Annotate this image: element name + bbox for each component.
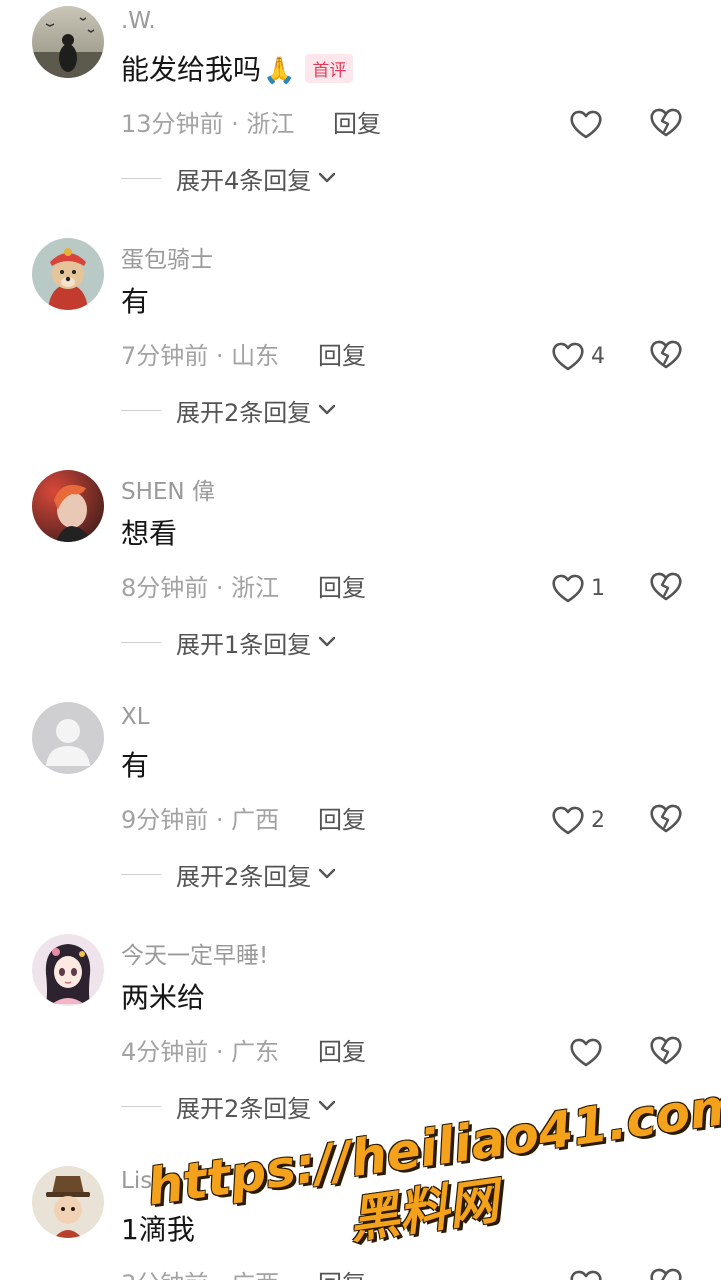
username[interactable]: XL <box>121 704 150 730</box>
comment-item: 蛋包骑士 有 7分钟前 · 山东 回复 4 展开2条回复 <box>0 232 721 464</box>
username[interactable]: SHEN 偉 <box>121 472 215 506</box>
chevron-down-icon <box>319 868 336 879</box>
default-user-icon <box>32 702 104 774</box>
broken-heart-icon <box>650 340 682 369</box>
avatar[interactable] <box>32 470 104 542</box>
avatar[interactable] <box>32 6 104 78</box>
comment-text: 想看 <box>121 517 178 550</box>
heart-icon <box>552 806 584 835</box>
username[interactable]: Lis <box>121 1168 152 1194</box>
broken-heart-icon <box>650 1268 682 1280</box>
broken-heart-icon <box>650 108 682 137</box>
like-count: 2 <box>591 807 605 833</box>
avatar-image <box>32 6 104 78</box>
comment-meta: 3分钟前 · 广西 <box>121 1264 279 1280</box>
like-count: 4 <box>591 343 605 369</box>
broken-heart-icon <box>650 804 682 833</box>
comment-text: 有 <box>121 285 150 318</box>
avatar[interactable] <box>32 934 104 1006</box>
chevron-down-icon <box>319 404 336 415</box>
like-button[interactable] <box>569 106 609 142</box>
comment-text-content: 能发给我吗 <box>121 53 262 86</box>
like-button[interactable]: 4 <box>551 338 605 374</box>
dislike-button[interactable] <box>649 802 685 836</box>
chevron-down-icon <box>319 1100 336 1111</box>
comment-text: 1滴我 <box>121 1213 195 1246</box>
expand-replies-label: 展开1条回复 <box>176 630 312 659</box>
avatar-image <box>32 934 104 1006</box>
expand-replies-label: 展开2条回复 <box>176 398 312 427</box>
dislike-button[interactable] <box>649 1266 685 1280</box>
expand-replies-button[interactable]: 展开2条回复 <box>121 1090 337 1123</box>
comment-meta: 4分钟前 · 广东 <box>121 1038 280 1066</box>
like-button[interactable]: 1 <box>551 570 605 606</box>
expand-replies-button[interactable]: 展开4条回复 <box>121 162 337 195</box>
broken-heart-icon <box>650 1036 682 1065</box>
like-button[interactable] <box>569 1266 609 1280</box>
dislike-button[interactable] <box>649 106 685 140</box>
username[interactable]: 蛋包骑士 <box>121 240 213 274</box>
heart-icon <box>570 1038 602 1067</box>
comment-meta: 9分钟前 · 广西 <box>121 806 280 834</box>
divider-line <box>121 873 161 875</box>
first-comment-badge: 首评 <box>305 53 354 83</box>
expand-replies-button[interactable]: 展开2条回复 <box>121 394 337 427</box>
chevron-down-icon <box>319 636 336 647</box>
broken-heart-icon <box>650 572 682 601</box>
avatar[interactable] <box>32 702 104 774</box>
reply-button[interactable]: 回复 <box>318 1264 366 1280</box>
heart-icon <box>570 110 602 139</box>
expand-replies-button[interactable]: 展开2条回复 <box>121 858 337 891</box>
reply-button[interactable]: 回复 <box>318 336 366 371</box>
comment-meta: 8分钟前 · 浙江 <box>121 574 280 602</box>
like-count: 1 <box>591 575 605 601</box>
comment-item: SHEN 偉 想看 8分钟前 · 浙江 回复 1 展开1条回复 <box>0 464 721 696</box>
divider-line <box>121 641 161 643</box>
reply-button[interactable]: 回复 <box>318 568 366 603</box>
expand-replies-label: 展开2条回复 <box>176 862 312 891</box>
username[interactable]: .W. <box>121 8 156 34</box>
dislike-button[interactable] <box>649 338 685 372</box>
comment-meta: 13分钟前 · 浙江 <box>121 110 295 138</box>
comment-meta: 7分钟前 · 山东 <box>121 342 280 370</box>
avatar[interactable] <box>32 238 104 310</box>
comment-text: 两米给 <box>121 981 206 1014</box>
like-button[interactable]: 2 <box>551 802 605 838</box>
avatar-image <box>32 470 104 542</box>
avatar-image <box>32 238 104 310</box>
expand-replies-label: 展开2条回复 <box>176 1094 312 1123</box>
divider-line <box>121 177 161 179</box>
expand-replies-label: 展开4条回复 <box>176 166 312 195</box>
expand-replies-button[interactable]: 展开1条回复 <box>121 626 337 659</box>
heart-icon <box>552 574 584 603</box>
chevron-down-icon <box>319 172 336 183</box>
comment-text: 有 <box>121 749 150 782</box>
avatar-image <box>32 1166 104 1238</box>
divider-line <box>121 409 161 411</box>
comment-text: 能发给我吗🙏 首评 <box>121 48 354 88</box>
pray-emoji-icon: 🙏 <box>263 56 296 86</box>
comment-item: Lis 1滴我 3分钟前 · 广西 回复 <box>0 1160 721 1280</box>
dislike-button[interactable] <box>649 1034 685 1068</box>
username[interactable]: 今天一定早睡! <box>121 936 268 970</box>
avatar[interactable] <box>32 1166 104 1238</box>
comment-item: 今天一定早睡! 两米给 4分钟前 · 广东 回复 展开2条回复 <box>0 928 721 1160</box>
reply-button[interactable]: 回复 <box>318 800 366 835</box>
reply-button[interactable]: 回复 <box>318 1032 366 1067</box>
divider-line <box>121 1105 161 1107</box>
heart-icon <box>552 342 584 371</box>
comment-item: .W. 能发给我吗🙏 首评 13分钟前 · 浙江 回复 展开4条回复 <box>0 0 721 232</box>
reply-button[interactable]: 回复 <box>333 104 381 139</box>
comment-item: XL 有 9分钟前 · 广西 回复 2 展开2条回复 <box>0 696 721 928</box>
like-button[interactable] <box>569 1034 609 1070</box>
dislike-button[interactable] <box>649 570 685 604</box>
heart-icon <box>570 1270 602 1280</box>
